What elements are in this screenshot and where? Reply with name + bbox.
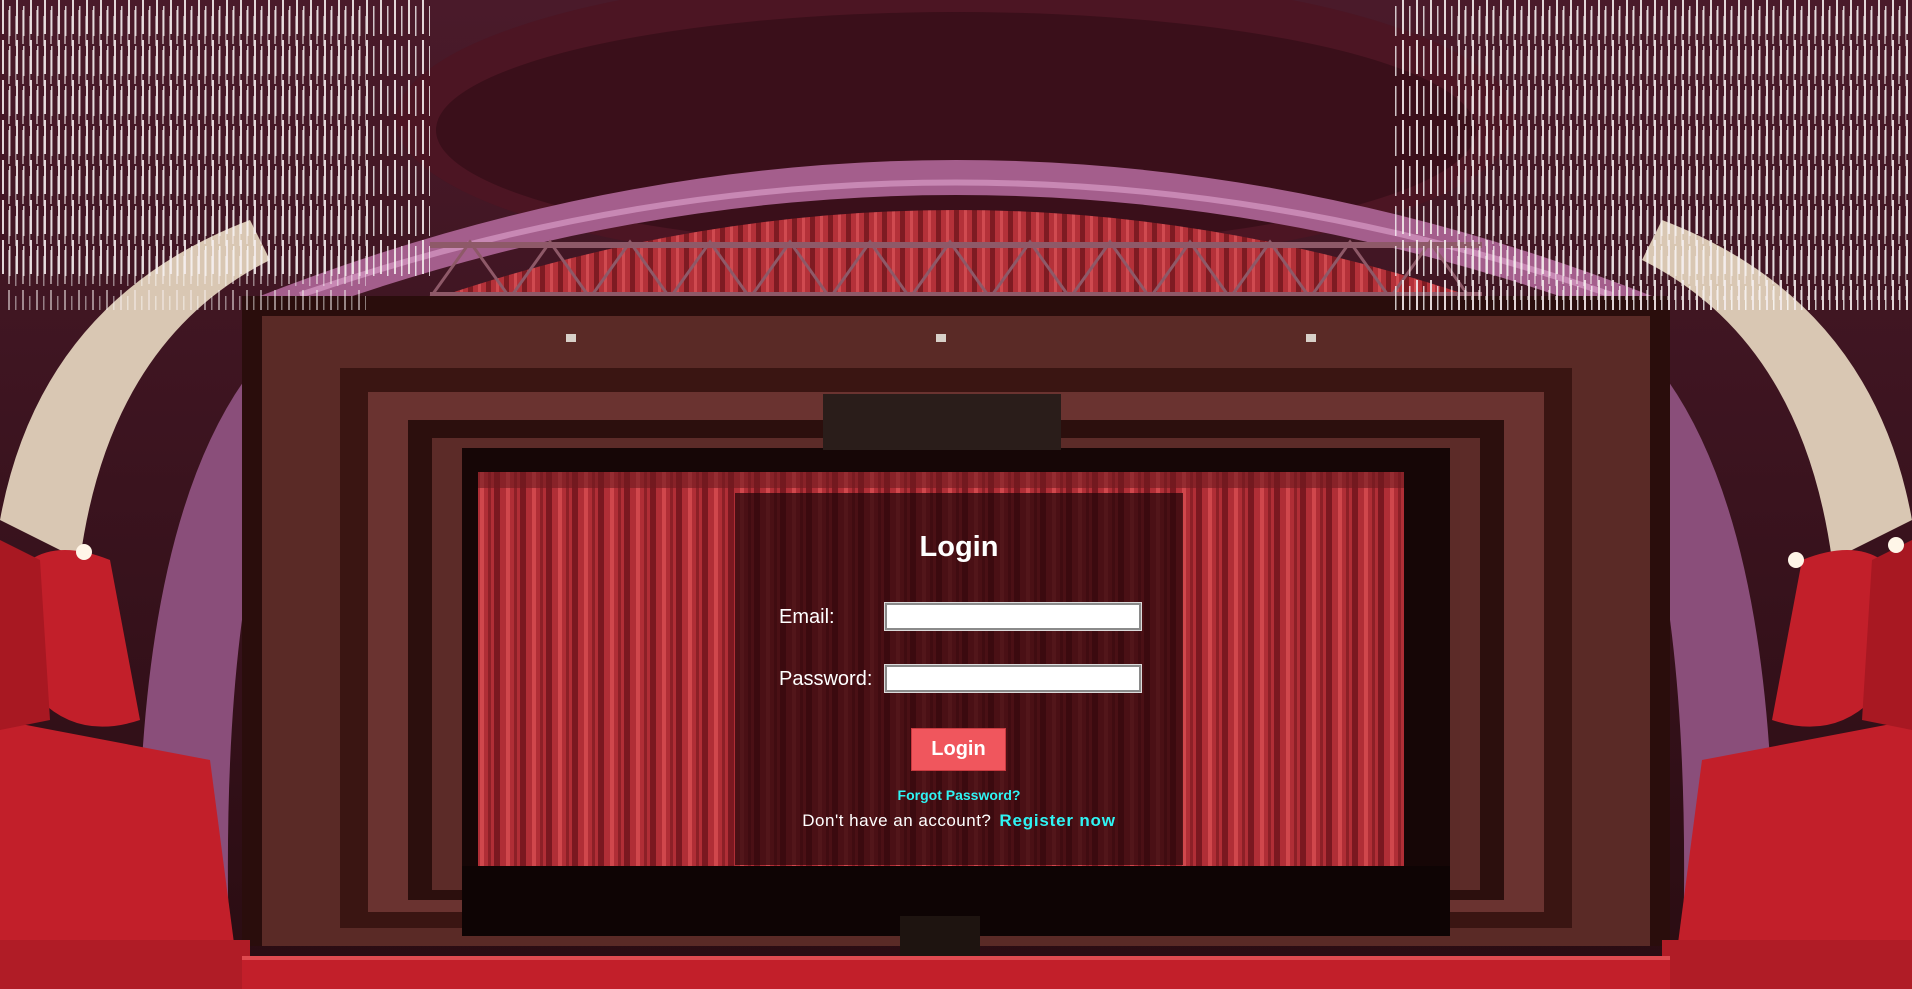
login-panel: Login Email: Password: Login Forgot Pass… — [735, 493, 1183, 865]
password-label: Password: — [779, 668, 873, 690]
register-row: Don't have an account? Register now — [735, 811, 1183, 831]
forgot-password-link[interactable]: Forgot Password? — [735, 787, 1183, 803]
email-field[interactable] — [884, 602, 1142, 631]
password-field[interactable] — [884, 664, 1142, 693]
email-label: Email: — [779, 606, 835, 628]
no-account-text: Don't have an account? — [802, 811, 992, 830]
login-page: Login Email: Password: Login Forgot Pass… — [0, 0, 1912, 989]
login-button[interactable]: Login — [911, 728, 1006, 771]
login-title: Login — [919, 531, 999, 563]
register-now-link[interactable]: Register now — [999, 811, 1115, 830]
